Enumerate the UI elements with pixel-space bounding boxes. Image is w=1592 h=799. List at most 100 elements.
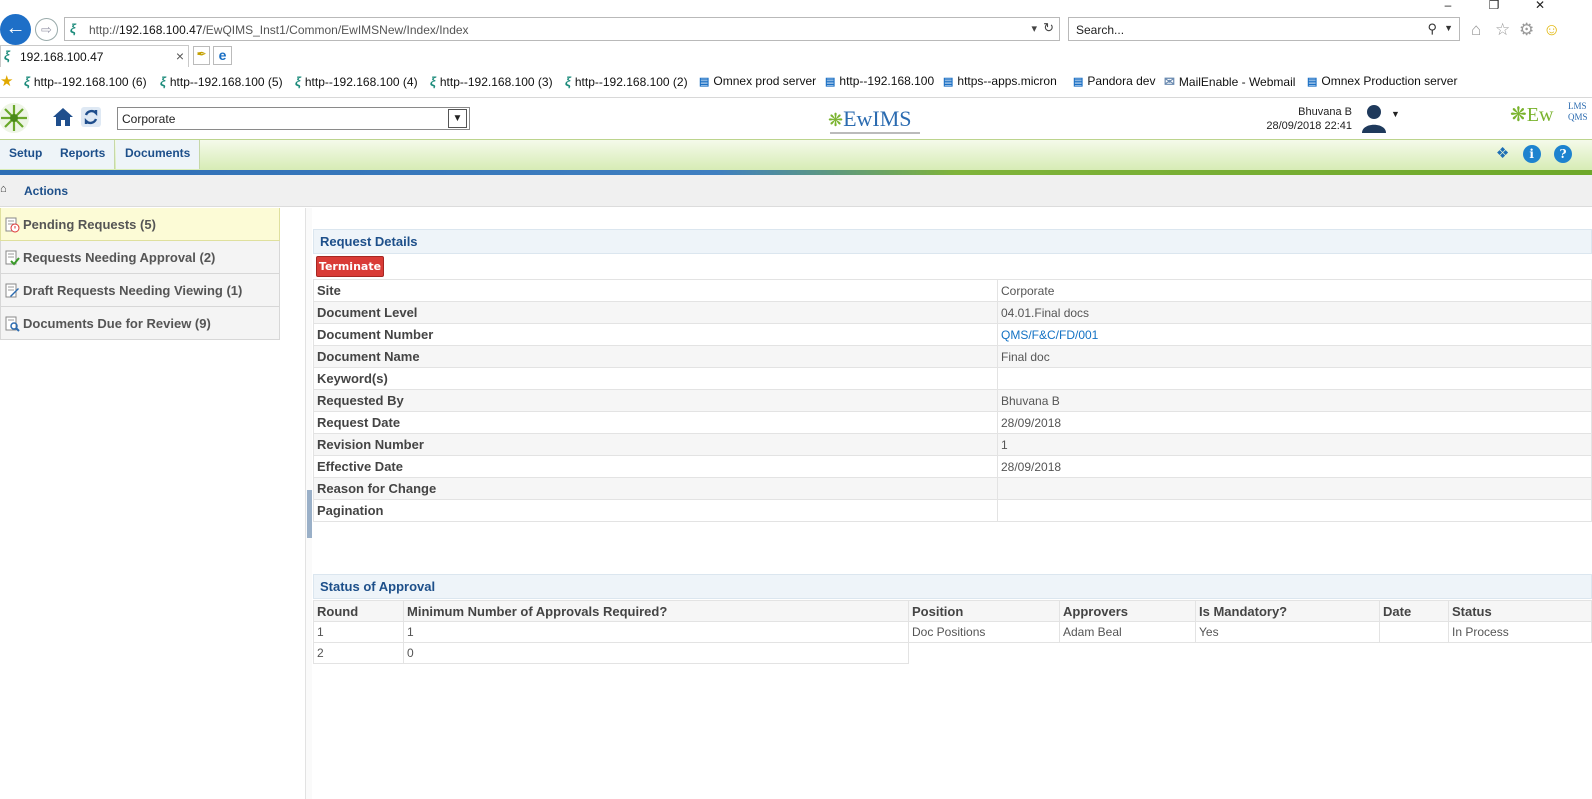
window-controls: – ❐ ✕: [1432, 0, 1592, 12]
favorite-label: http--192.168.100 (4): [304, 75, 418, 89]
table-row: Keyword(s): [313, 367, 1592, 390]
favorite-label: http--192.168.100 (2): [574, 75, 688, 89]
document-number-link[interactable]: QMS/F&C/FD/001: [997, 323, 1592, 346]
back-button[interactable]: ←: [0, 14, 31, 45]
table-row: 2 0: [313, 642, 1592, 664]
tab-close-icon[interactable]: ×: [176, 48, 184, 64]
favorite-label: MailEnable - Webmail: [1178, 75, 1296, 89]
ie-logo-icon[interactable]: e: [213, 46, 232, 65]
favorite-item[interactable]: ✉ MailEnable - Webmail: [1164, 74, 1295, 90]
action-requests-needing-approval[interactable]: Requests Needing Approval (2): [0, 241, 280, 274]
column-header: Date: [1379, 600, 1449, 622]
column-header: Approvers: [1059, 600, 1196, 622]
ie-page-icon: ▤: [825, 76, 836, 88]
empty-cell: [908, 642, 1592, 664]
pin-icon[interactable]: ❖: [1496, 144, 1509, 162]
menu-documents[interactable]: Documents: [116, 140, 201, 169]
favorite-item[interactable]: ξ http--192.168.100 (6): [24, 74, 147, 89]
field-value: Corporate: [997, 279, 1592, 302]
field-value: [997, 499, 1592, 522]
action-draft-requests[interactable]: Draft Requests Needing Viewing (1): [0, 274, 280, 307]
search-icon[interactable]: ⚲: [1427, 21, 1437, 37]
favorites-star-icon[interactable]: ☆: [1495, 20, 1510, 40]
field-value: Final doc: [997, 345, 1592, 368]
favorite-item[interactable]: ξ http--192.168.100 (4): [295, 74, 418, 89]
refresh-icon[interactable]: [79, 104, 103, 130]
user-menu-dropdown-icon[interactable]: ▼: [1391, 109, 1400, 119]
column-header: Is Mandatory?: [1195, 600, 1380, 622]
min-approvals-cell: 0: [403, 642, 909, 664]
avatar[interactable]: [1360, 102, 1388, 134]
app-logo-icon[interactable]: [0, 100, 32, 136]
favorite-item[interactable]: ▤ Omnex prod server: [699, 74, 816, 88]
ewims-icon: ξ: [160, 74, 166, 89]
new-tab-button[interactable]: ✒: [193, 46, 210, 65]
favorite-item[interactable]: ▤ Pandora dev: [1073, 74, 1155, 88]
menu-reports[interactable]: Reports: [51, 140, 116, 169]
field-value: 1: [997, 433, 1592, 456]
site-select[interactable]: Corporate ▼: [117, 107, 470, 130]
status-cell: In Process: [1448, 621, 1592, 643]
url-host: 192.168.100.47: [119, 23, 203, 37]
address-bar[interactable]: ξ http://192.168.100.47/EwQIMS_Inst1/Com…: [64, 17, 1060, 41]
home-icon[interactable]: ⌂: [1471, 20, 1481, 40]
ie-page-icon: ▤: [943, 76, 954, 88]
favorite-label: http--192.168.100 (6): [33, 75, 147, 89]
table-row: Pagination: [313, 499, 1592, 522]
mandatory-cell: Yes: [1195, 621, 1380, 643]
ie-page-icon: ▤: [1307, 76, 1318, 88]
forward-button[interactable]: ⇨: [35, 18, 58, 41]
user-name: Bhuvana B: [1298, 106, 1352, 118]
menu-setup[interactable]: Setup: [0, 140, 53, 169]
favorite-item[interactable]: ξ http--192.168.100 (3): [430, 74, 553, 89]
favorite-label: Omnex prod server: [713, 74, 817, 88]
field-value: Bhuvana B: [997, 389, 1592, 412]
breadcrumb-label[interactable]: Actions: [24, 184, 68, 198]
address-dropdown-icon[interactable]: ▾: [1031, 22, 1037, 35]
panel-splitter[interactable]: [305, 208, 312, 799]
round-cell: 1: [313, 621, 404, 643]
favorites-add-icon[interactable]: ★: [0, 72, 13, 90]
help-icon[interactable]: ?: [1554, 145, 1572, 163]
column-header: Round: [313, 600, 404, 622]
menu-tools: ❖ i ?: [1496, 144, 1572, 163]
minimize-button[interactable]: –: [1438, 0, 1458, 12]
favorite-label: http--192.168.100 (3): [439, 75, 553, 89]
field-label: Document Level: [313, 301, 998, 324]
field-value: 28/09/2018: [997, 411, 1592, 434]
table-row: Document Number QMS/F&C/FD/001: [313, 323, 1592, 346]
browser-search-input[interactable]: Search... ⚲ ▼: [1068, 17, 1460, 41]
breadcrumb-home-icon[interactable]: ⌂: [0, 183, 7, 195]
chevron-down-icon[interactable]: ▼: [448, 109, 467, 128]
tab-title: 192.168.100.47: [20, 50, 104, 64]
action-documents-due-review[interactable]: Documents Due for Review (9): [0, 307, 280, 340]
action-pending-requests[interactable]: Pending Requests (5): [0, 208, 280, 241]
url-text[interactable]: http://192.168.100.47/EwQIMS_Inst1/Commo…: [89, 23, 469, 37]
table-row: 1 1 Doc Positions Adam Beal Yes In Proce…: [313, 621, 1592, 643]
splitter-handle[interactable]: [307, 490, 312, 538]
refresh-page-icon[interactable]: ↻: [1043, 20, 1054, 36]
field-label: Request Date: [313, 411, 998, 434]
field-label: Reason for Change: [313, 477, 998, 500]
terminate-button[interactable]: Terminate: [316, 256, 384, 277]
favorite-label: https--apps.micron: [957, 74, 1057, 88]
smiley-feedback-icon[interactable]: ☺: [1543, 20, 1560, 40]
pending-request-icon: [5, 217, 20, 233]
site-favicon-icon: ξ: [70, 21, 76, 36]
ewims-icon: ξ: [430, 74, 436, 89]
table-row: Revision Number 1: [313, 433, 1592, 456]
settings-gear-icon[interactable]: ⚙: [1519, 20, 1534, 40]
favorite-item[interactable]: ξ http--192.168.100 (2): [565, 74, 688, 89]
search-dropdown-icon[interactable]: ▼: [1444, 23, 1453, 33]
home-icon[interactable]: [50, 104, 76, 130]
favorite-item[interactable]: ▤ http--192.168.100: [825, 74, 934, 88]
table-row: Reason for Change: [313, 477, 1592, 500]
close-window-button[interactable]: ✕: [1530, 0, 1550, 12]
favorite-item[interactable]: ▤ Omnex Production server: [1307, 74, 1457, 88]
restore-button[interactable]: ❐: [1484, 0, 1504, 12]
app-header: Corporate ▼ ❋EwIMS Bhuvana B 28/09/2018 …: [0, 97, 1592, 138]
info-icon[interactable]: i: [1522, 145, 1541, 163]
favorite-item[interactable]: ξ http--192.168.100 (5): [160, 74, 283, 89]
favorite-item[interactable]: ▤ https--apps.micron: [943, 74, 1057, 88]
tab-current[interactable]: ξ 192.168.100.47 ×: [0, 45, 189, 67]
